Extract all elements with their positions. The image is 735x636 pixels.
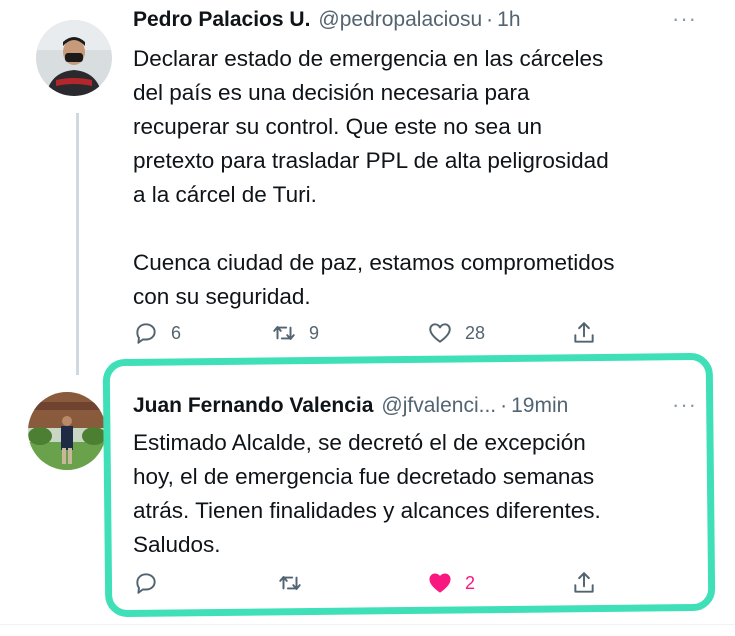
tweet-text-line: con su seguridad. xyxy=(133,284,311,309)
reply-icon xyxy=(136,323,156,344)
display-name[interactable]: Pedro Palacios U. xyxy=(133,8,310,32)
tweet-text-line: a la cárcel de Turi. xyxy=(133,182,317,207)
tweet-text-line: recuperar su control. Que este no sea un xyxy=(133,114,542,139)
avatar-juan[interactable] xyxy=(28,392,106,470)
tweet-pedro[interactable]: Pedro Palacios U. @pedropalaciosu · 1h ·… xyxy=(0,0,735,375)
timestamp[interactable]: 1h xyxy=(497,8,520,32)
tweet-text: Declarar estado de emergencia en las cár… xyxy=(133,42,615,314)
separator-dot: · xyxy=(486,8,494,31)
share-button[interactable] xyxy=(571,320,597,346)
highlight-annotation xyxy=(102,352,716,618)
more-options-icon[interactable]: ··· xyxy=(672,6,697,32)
divider xyxy=(0,624,735,625)
tweet-text-line: Cuenca ciudad de paz, estamos comprometi… xyxy=(133,250,615,275)
tweet-text-line: del país es una decisión necesaria para xyxy=(133,80,530,105)
retweet-count: 9 xyxy=(309,322,320,343)
avatar-pedro[interactable] xyxy=(36,20,112,96)
tweet-text-line: pretexto para trasladar PPL de alta peli… xyxy=(133,148,609,173)
handle[interactable]: @pedropalaciosu xyxy=(318,8,482,32)
tweet-text-line xyxy=(133,212,615,246)
retweet-button[interactable]: 9 xyxy=(271,320,319,346)
share-icon xyxy=(574,322,594,343)
tweet-text-line: Declarar estado de emergencia en las cár… xyxy=(133,46,604,71)
tweet-actions: 6 9 28 xyxy=(133,318,613,348)
like-count: 28 xyxy=(465,322,486,343)
retweet-icon xyxy=(273,326,295,340)
like-button[interactable]: 28 xyxy=(427,320,485,346)
heart-icon xyxy=(429,323,451,343)
reply-count: 6 xyxy=(171,322,182,343)
thread-line xyxy=(76,113,79,375)
tweet-header: Pedro Palacios U. @pedropalaciosu · 1h xyxy=(133,8,521,32)
reply-button[interactable]: 6 xyxy=(133,320,181,346)
